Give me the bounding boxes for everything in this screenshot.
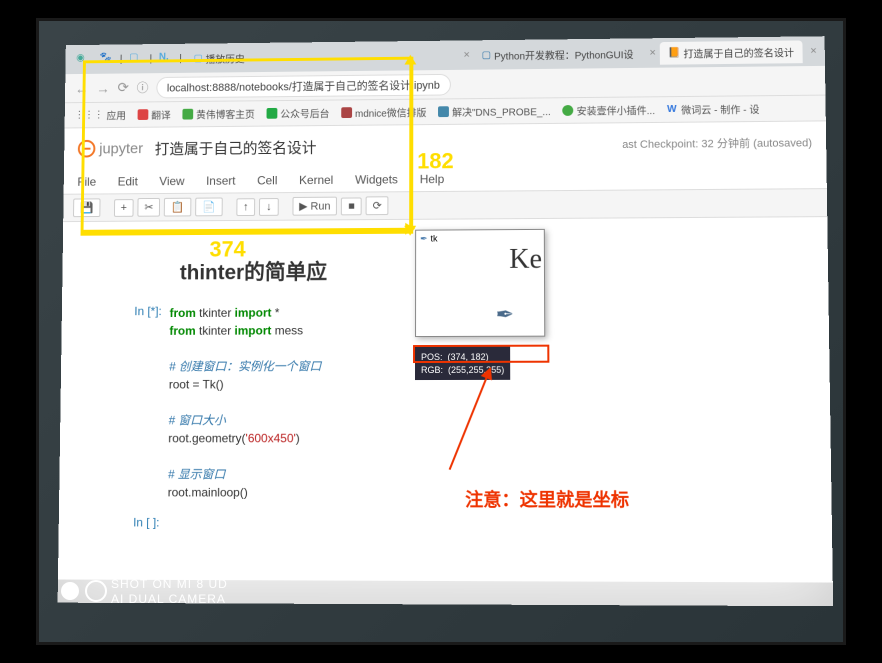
tab-label: 打造属于自己的签名设计	[683, 44, 794, 60]
apps-button[interactable]: ⋮⋮⋮应用	[74, 107, 126, 122]
menu-cell[interactable]: Cell	[257, 173, 277, 187]
browser-icon: ◉	[76, 53, 90, 67]
reload-button[interactable]: ⟳	[117, 79, 129, 96]
rgb-label: RGB:	[421, 365, 443, 375]
forward-button[interactable]: →	[96, 80, 110, 96]
tab-python[interactable]: ▢ Python开发教程：PythonGUI设	[474, 42, 642, 66]
code-cell-empty[interactable]: In [ ]:	[108, 515, 832, 535]
add-cell-button[interactable]: +	[114, 199, 134, 217]
paw-icon: 🐾	[99, 52, 113, 66]
tab-history[interactable]: ▢ 播放历史	[186, 46, 253, 69]
tk-title-text: tk	[431, 234, 438, 244]
cut-button[interactable]: ✂	[138, 198, 161, 217]
laptop-screen: ◉ 🐾 | ▢ | N. | ▢ 播放历史 × ▢ Python开发教程：Pyt…	[58, 36, 834, 606]
bookmark-icon	[267, 108, 278, 119]
bookmark-icon: W	[667, 104, 678, 115]
bookmark-icon	[438, 106, 449, 117]
tab-label: 播放历史	[206, 50, 245, 65]
divider: |	[120, 54, 123, 65]
move-up-button[interactable]: ↑	[236, 198, 255, 216]
divider: |	[149, 53, 152, 64]
menu-view[interactable]: View	[159, 174, 184, 188]
bookmark-icon	[563, 105, 574, 116]
cell-prompt: In [ ]:	[108, 515, 168, 533]
run-button[interactable]: ▶ Run	[292, 197, 337, 216]
checkpoint-text: ast Checkpoint: 32 分钟前 (autosaved)	[622, 134, 812, 152]
python-icon: ▢	[482, 49, 491, 60]
code-content	[167, 515, 171, 533]
notebook-title[interactable]: 打造属于自己的签名设计	[155, 136, 317, 158]
tk-content: Ke ✒	[416, 246, 544, 336]
restart-button[interactable]: ⟳	[366, 196, 389, 215]
bookmark-blog[interactable]: 黄伟博客主页	[182, 106, 254, 121]
tab-notebook[interactable]: 📙 打造属于自己的签名设计	[660, 40, 802, 64]
feather-icon: ✒	[420, 233, 428, 244]
paste-button[interactable]: 📄	[195, 197, 222, 216]
menu-kernel[interactable]: Kernel	[299, 173, 333, 187]
camera-watermark: SHOT ON MI 8 UD AI DUAL CAMERA	[111, 577, 228, 608]
menu-edit[interactable]: Edit	[118, 174, 138, 188]
grid-icon: ⋮⋮⋮	[74, 110, 103, 121]
save-button[interactable]: 💾	[73, 198, 100, 217]
bookmark-wordcloud[interactable]: W微词云 - 制作 - 设	[667, 101, 760, 117]
logo-text: jupyter	[99, 140, 143, 157]
jupyter-icon: 📙	[668, 47, 681, 58]
bookmark-mdnice[interactable]: mdnice微信排版	[341, 104, 426, 120]
vertical-arrow	[409, 57, 412, 234]
code-content: from tkinter import * from tkinter impor…	[168, 304, 322, 502]
bookmark-dns[interactable]: 解决"DNS_PROBE_...	[438, 103, 550, 119]
url-field[interactable]: localhost:8888/notebooks/打造属于自己的签名设计.ipy…	[156, 73, 451, 98]
close-icon[interactable]: ×	[463, 49, 469, 61]
dimension-x: 374	[209, 237, 245, 263]
close-icon[interactable]: ×	[810, 45, 817, 57]
watermark-ring-icon	[85, 580, 107, 602]
watermark-line1: SHOT ON MI 8 UD	[111, 577, 228, 593]
bookmark-icon	[341, 107, 352, 118]
dimension-y: 182	[417, 148, 453, 174]
ke-text: Ke	[509, 244, 542, 276]
divider: |	[179, 53, 182, 64]
highlight-box	[413, 345, 549, 363]
tk-window[interactable]: ✒ tk Ke ✒	[415, 229, 545, 337]
tv-icon: ▢	[129, 52, 143, 66]
watermark-line2: AI DUAL CAMERA	[111, 592, 228, 608]
photo-frame: ◉ 🐾 | ▢ | N. | ▢ 播放历史 × ▢ Python开发教程：Pyt…	[36, 18, 846, 645]
watermark-dot-icon	[61, 582, 79, 600]
menu-widgets[interactable]: Widgets	[355, 172, 398, 186]
bookmark-plugin[interactable]: 安装壹伴小插件...	[563, 102, 655, 118]
tab-label: Python开发教程：PythonGUI设	[494, 46, 633, 62]
tv-icon: ▢	[193, 53, 202, 64]
info-icon[interactable]: ⓘ	[137, 79, 149, 96]
menu-file[interactable]: File	[77, 174, 96, 188]
bookmark-icon	[182, 109, 193, 120]
bookmark-icon	[138, 109, 149, 120]
bookmark-translate[interactable]: 翻译	[138, 107, 171, 122]
n-icon: N.	[159, 52, 173, 66]
back-button[interactable]: ←	[75, 80, 89, 96]
move-down-button[interactable]: ↓	[259, 198, 278, 216]
cell-prompt: In [*]:	[108, 304, 169, 501]
jupyter-icon	[78, 140, 96, 158]
menu-insert[interactable]: Insert	[206, 173, 236, 187]
annotation-text: 注意：这里就是坐标	[465, 486, 629, 513]
copy-button[interactable]: 📋	[164, 198, 191, 217]
jupyter-logo[interactable]: jupyter	[78, 139, 143, 157]
bookmark-wechat[interactable]: 公众号后台	[267, 105, 330, 120]
feather-icon: ✒	[496, 302, 515, 328]
close-icon[interactable]: ×	[649, 47, 656, 59]
stop-button[interactable]: ■	[341, 197, 361, 215]
